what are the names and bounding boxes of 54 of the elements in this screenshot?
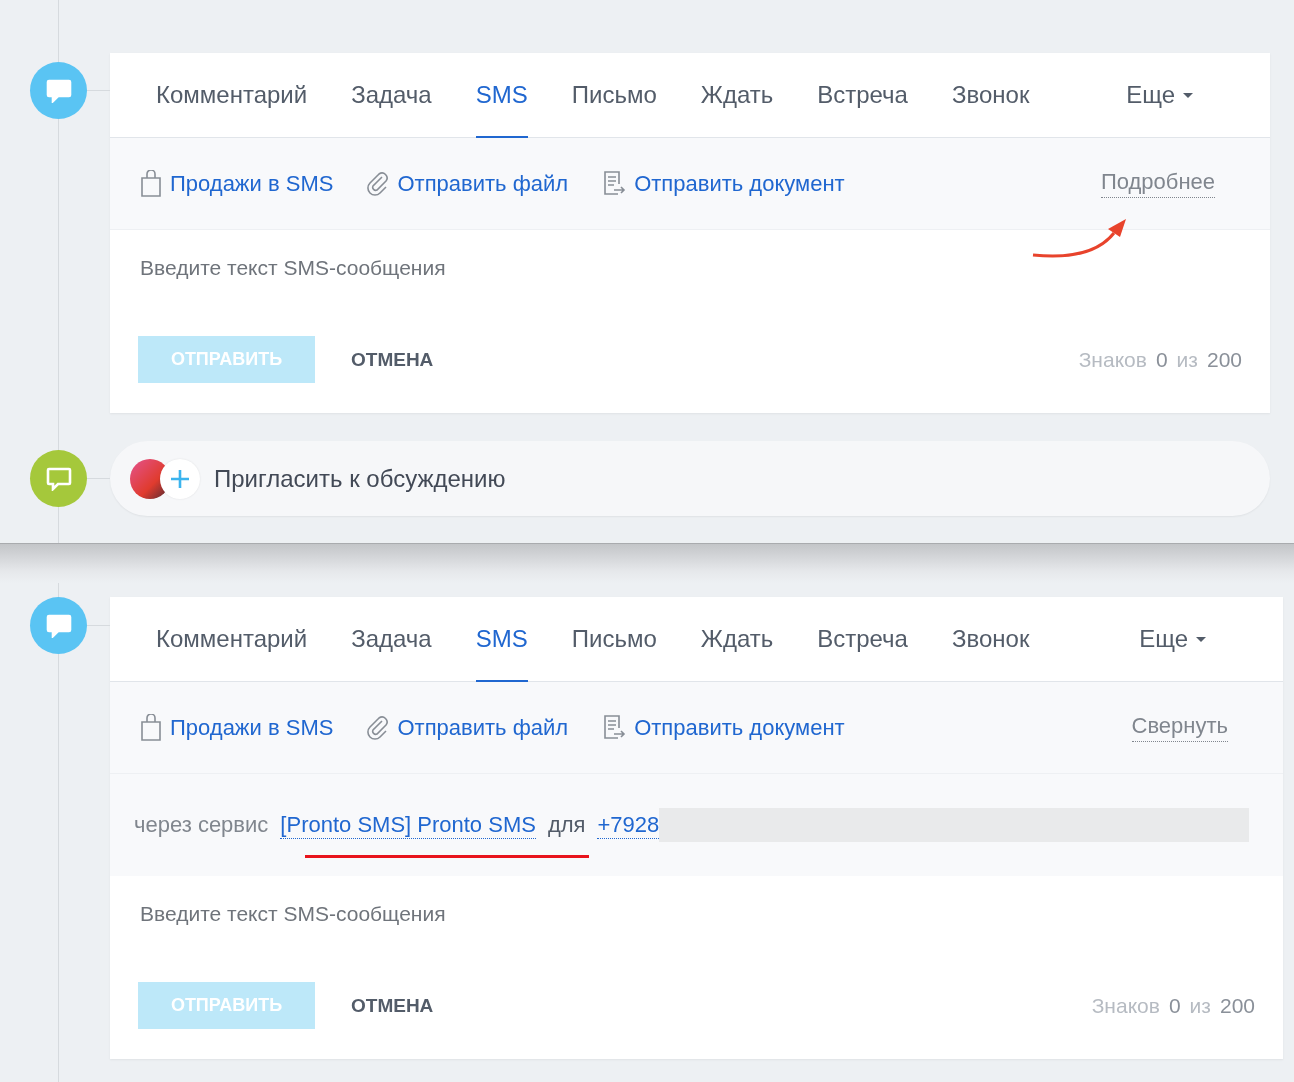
invite-text: Пригласить к обсуждению <box>214 464 506 493</box>
cancel-button[interactable]: ОТМЕНА <box>345 347 440 372</box>
add-button[interactable] <box>160 458 200 499</box>
tab[interactable]: Ждать <box>678 53 796 137</box>
bag-icon <box>140 169 162 198</box>
service-label: через сервис <box>134 812 269 838</box>
action-link[interactable]: Продажи в SMS <box>140 169 334 198</box>
message-input[interactable]: Введите текст SMS-сообщения <box>140 252 1240 284</box>
tab[interactable]: Встреча <box>795 597 930 681</box>
action-link[interactable]: Отправить файл <box>367 170 569 197</box>
cancel-button[interactable]: ОТМЕНА <box>345 993 440 1018</box>
tab[interactable]: Комментарий <box>134 597 330 681</box>
plus-icon <box>170 468 190 489</box>
document-icon <box>602 169 627 198</box>
action-link[interactable]: Отправить документ <box>602 169 845 198</box>
tab[interactable]: Еще <box>1117 597 1228 681</box>
message-input[interactable]: Введите текст SMS-сообщения <box>140 898 1253 930</box>
tab[interactable]: Письмо <box>549 53 679 137</box>
document-icon <box>602 713 627 742</box>
counter-value: 0 <box>1168 993 1181 1018</box>
action-link[interactable]: Отправить документ <box>602 713 845 742</box>
tab[interactable]: Комментарий <box>134 53 330 137</box>
counter-value: 0 <box>1155 347 1168 372</box>
paperclip-icon <box>367 170 390 197</box>
toggle-link[interactable]: Подробнее <box>1100 169 1215 198</box>
tab[interactable]: Ждать <box>678 597 796 681</box>
counter-label: Знаков <box>1091 993 1160 1018</box>
action-link[interactable]: Отправить файл <box>367 714 569 741</box>
chat-bubble-icon <box>45 613 72 638</box>
provider-link[interactable]: [Pronto SMS] Pronto SMS <box>280 811 536 839</box>
tab[interactable]: Еще <box>1104 53 1215 137</box>
tab[interactable]: SMS <box>453 53 550 137</box>
counter-label: Знаков <box>1078 347 1147 372</box>
tab[interactable]: Звонок <box>929 53 1052 137</box>
bag-icon <box>140 713 162 742</box>
tab[interactable]: SMS <box>453 597 550 681</box>
for-label: для <box>547 812 586 838</box>
tab[interactable]: Письмо <box>549 597 679 681</box>
toggle-link[interactable]: Свернуть <box>1131 713 1228 742</box>
counter-of: из <box>1189 993 1211 1018</box>
tab[interactable]: Звонок <box>929 597 1052 681</box>
paperclip-icon <box>367 714 390 741</box>
chat-bubble-icon <box>45 466 72 491</box>
tab[interactable]: Задача <box>329 597 454 681</box>
tab[interactable]: Задача <box>329 53 454 137</box>
counter-max: 200 <box>1206 347 1242 372</box>
caret-icon <box>1196 636 1206 642</box>
invite-bar[interactable]: Пригласить к обсуждению <box>110 441 1270 516</box>
tab[interactable]: Встреча <box>795 53 930 137</box>
action-link[interactable]: Продажи в SMS <box>140 713 334 742</box>
caret-icon <box>1183 92 1193 98</box>
counter-max: 200 <box>1219 993 1255 1018</box>
counter-of: из <box>1176 347 1198 372</box>
chat-bubble-icon <box>45 78 72 103</box>
